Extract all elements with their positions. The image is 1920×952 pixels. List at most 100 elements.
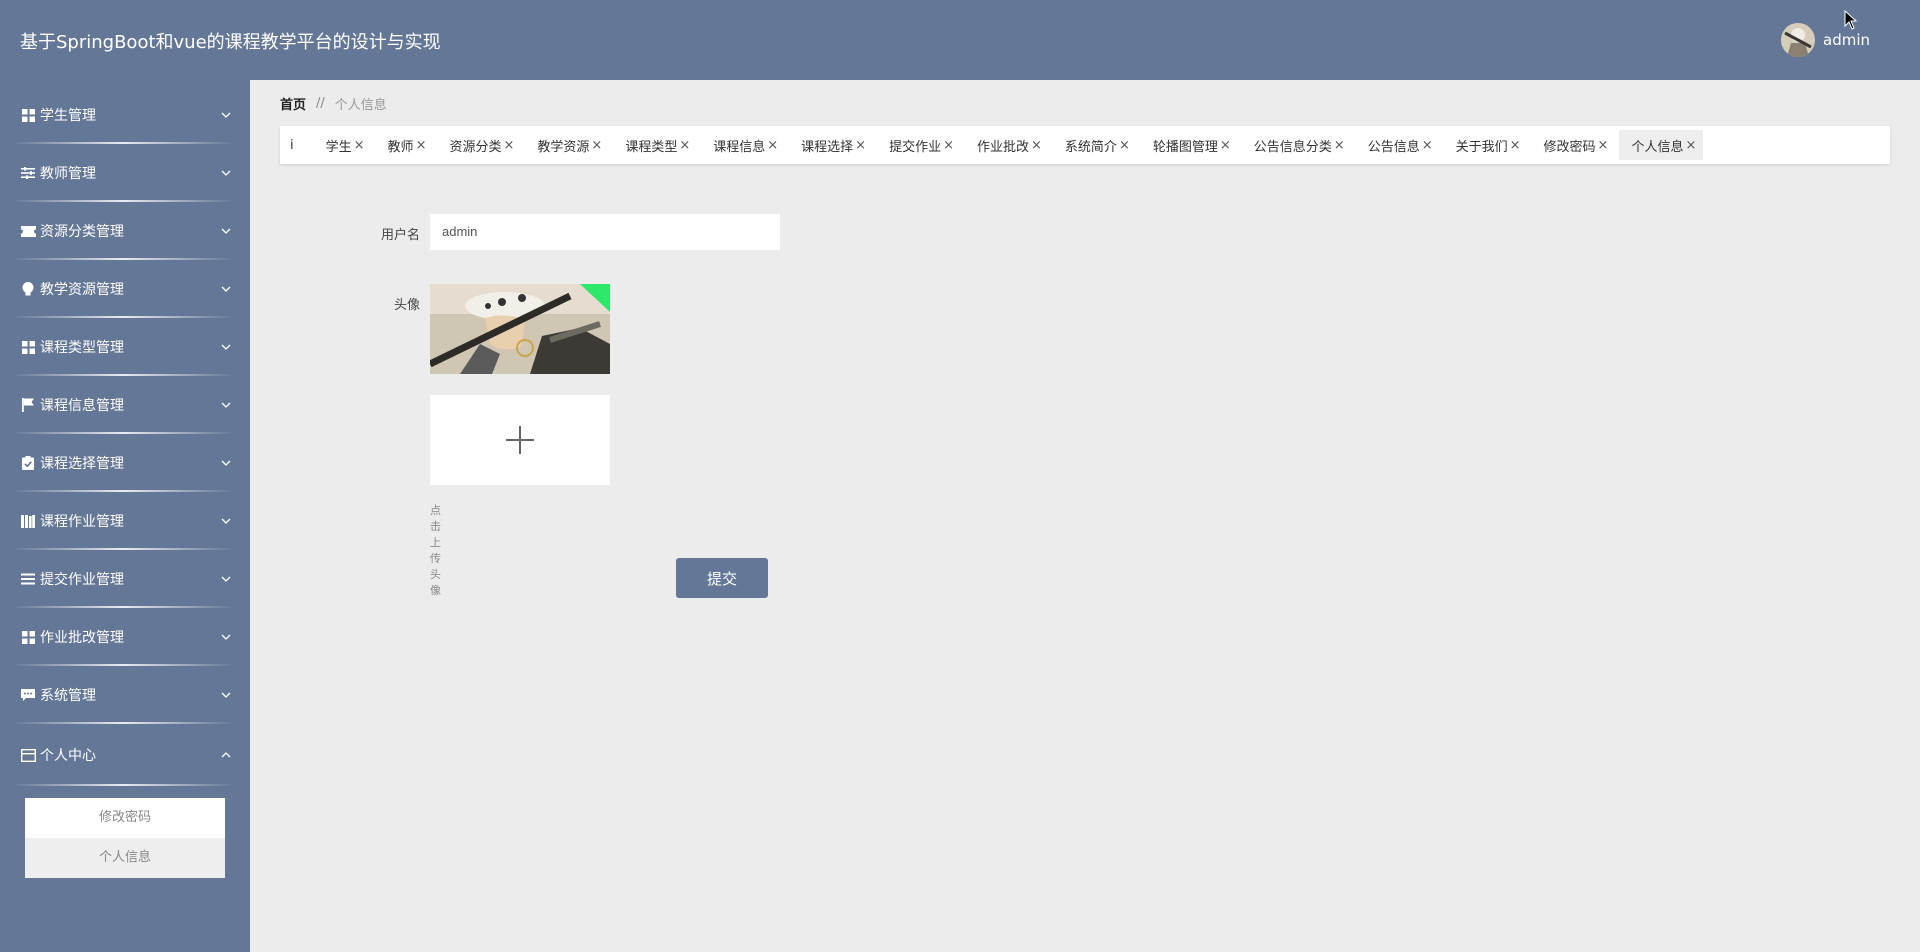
tag-label: 提交作业 [889,139,942,155]
ticket-icon [20,223,36,239]
tag-personal-info[interactable]: 个人信息 × [1619,130,1704,160]
sidebar-menu: 学生管理 教师管理 资源分类管理 教学资源管理 课程类型管理 课程信息管理 课程… [0,80,250,952]
close-icon[interactable]: × [1220,138,1231,153]
sidebar-item-system[interactable]: 系统管理 [12,666,238,724]
tag-resource-category[interactable]: 资源分类 × [437,130,521,160]
chevron-up-icon [221,752,231,758]
close-icon[interactable]: × [591,138,602,153]
close-icon[interactable]: × [354,138,365,153]
tag-notice-category[interactable]: 公告信息分类 × [1242,130,1352,160]
mouse-cursor-icon [1844,10,1858,30]
submenu-item-change-password[interactable]: 修改密码 [25,798,225,838]
chevron-down-icon [221,402,231,408]
username-input[interactable] [430,214,780,250]
tag-student[interactable]: 学生 × [314,130,372,160]
sidebar-item-submit-homework[interactable]: 提交作业管理 [12,550,238,608]
username-label[interactable]: admin [1823,31,1870,49]
close-icon[interactable]: × [1422,138,1433,153]
sliders-icon [20,165,36,181]
sidebar-item-personal-center[interactable]: 个人中心 [12,724,238,786]
tags-view-bar: i 学生 × 教师 × 资源分类 × 教学资源 × 课程类型 × 课程信息 × 课程选择 × … [280,126,1890,164]
close-icon[interactable]: × [679,138,690,153]
close-icon[interactable]: × [1510,138,1521,153]
close-icon[interactable]: × [1119,138,1130,153]
chevron-down-icon [221,286,231,292]
tag-system-intro[interactable]: 系统简介 × [1053,130,1137,160]
breadcrumb: 首页 // 个人信息 [280,94,387,113]
chevron-down-icon [221,228,231,234]
app-title: 基于SpringBoot和vue的课程教学平台的设计与实现 [20,32,441,53]
breadcrumb-separator: // [316,96,325,111]
tag-course-info[interactable]: 课程信息 × [701,130,785,160]
breadcrumb-current: 个人信息 [334,98,387,113]
tag-label: 公告信息 [1367,139,1420,155]
user-avatar[interactable] [1781,23,1815,57]
tag-label: 资源分类 [449,139,502,155]
chevron-down-icon [221,518,231,524]
tag-fragment[interactable]: i [290,138,294,153]
sidebar-item-label: 课程作业管理 [40,514,124,530]
sidebar-item-label: 系统管理 [40,688,96,704]
close-icon[interactable]: × [1031,138,1042,153]
sidebar-item-resource-category[interactable]: 资源分类管理 [12,202,238,260]
personal-center-submenu: 修改密码 个人信息 [25,798,225,878]
close-icon[interactable]: × [503,138,514,153]
top-header: 基于SpringBoot和vue的课程教学平台的设计与实现 admin [0,0,1920,80]
tag-teaching-resource[interactable]: 教学资源 × [525,130,609,160]
tag-label: 修改密码 [1543,139,1596,155]
sidebar-item-teaching-resource[interactable]: 教学资源管理 [12,260,238,318]
sidebar-item-homework-grading[interactable]: 作业批改管理 [12,608,238,666]
sidebar-item-teacher[interactable]: 教师管理 [12,144,238,202]
plus-icon-vertical [519,426,521,454]
avatar-upload-box[interactable] [430,395,610,485]
close-icon[interactable]: × [1685,138,1696,153]
tag-teacher[interactable]: 教师 × [376,130,434,160]
sidebar-item-label: 个人中心 [40,748,96,764]
tag-label: 课程选择 [801,139,854,155]
tag-label: 课程信息 [713,139,766,155]
sidebar-item-label: 课程信息管理 [40,398,124,414]
avatar-image-icon [1781,23,1815,57]
bulb-icon [20,281,36,297]
sidebar-item-course-selection[interactable]: 课程选择管理 [12,434,238,492]
tag-homework-grading[interactable]: 作业批改 × [965,130,1049,160]
flag-icon [20,397,36,413]
tag-label: 作业批改 [977,139,1030,155]
tag-label: 教学资源 [537,139,590,155]
sidebar-item-label: 教师管理 [40,166,96,182]
sidebar-item-course-type[interactable]: 课程类型管理 [12,318,238,376]
tag-about-us[interactable]: 关于我们 × [1444,130,1528,160]
tag-carousel[interactable]: 轮播图管理 × [1141,130,1238,160]
close-icon[interactable]: × [1334,138,1345,153]
tag-notice-info[interactable]: 公告信息 × [1356,130,1440,160]
close-icon[interactable]: × [1598,138,1609,153]
close-icon[interactable]: × [855,138,866,153]
sidebar-item-course-homework[interactable]: 课程作业管理 [12,492,238,550]
tag-label: 轮播图管理 [1152,139,1218,155]
clipboard-check-icon [20,455,36,471]
books-icon [20,513,36,529]
sidebar-item-label: 教学资源管理 [40,282,124,298]
close-icon[interactable]: × [767,138,778,153]
sidebar-item-student[interactable]: 学生管理 [12,86,238,144]
submenu-item-personal-info[interactable]: 个人信息 [25,838,225,878]
chat-icon [20,687,36,703]
breadcrumb-home[interactable]: 首页 [280,94,306,113]
tag-change-password[interactable]: 修改密码 × [1532,130,1616,160]
card-icon [20,747,36,763]
sidebar-item-course-info[interactable]: 课程信息管理 [12,376,238,434]
close-icon[interactable]: × [943,138,954,153]
sidebar-item-label: 资源分类管理 [40,224,124,240]
tag-course-type[interactable]: 课程类型 × [613,130,697,160]
close-icon[interactable]: × [416,138,427,153]
tag-course-selection[interactable]: 课程选择 × [789,130,873,160]
submit-button[interactable]: 提交 [676,558,768,598]
tag-submit-homework[interactable]: 提交作业 × [877,130,961,160]
chevron-down-icon [221,634,231,640]
tag-label: 课程类型 [625,139,678,155]
upload-tip-text: 点击上传头像 [430,504,441,597]
sidebar-item-label: 提交作业管理 [40,572,124,588]
main-content: 首页 // 个人信息 i 学生 × 教师 × 资源分类 × 教学资源 × 课程类型 × 课… [250,80,1920,952]
avatar-preview-image [430,284,610,374]
tag-label: 公告信息分类 [1253,139,1332,155]
